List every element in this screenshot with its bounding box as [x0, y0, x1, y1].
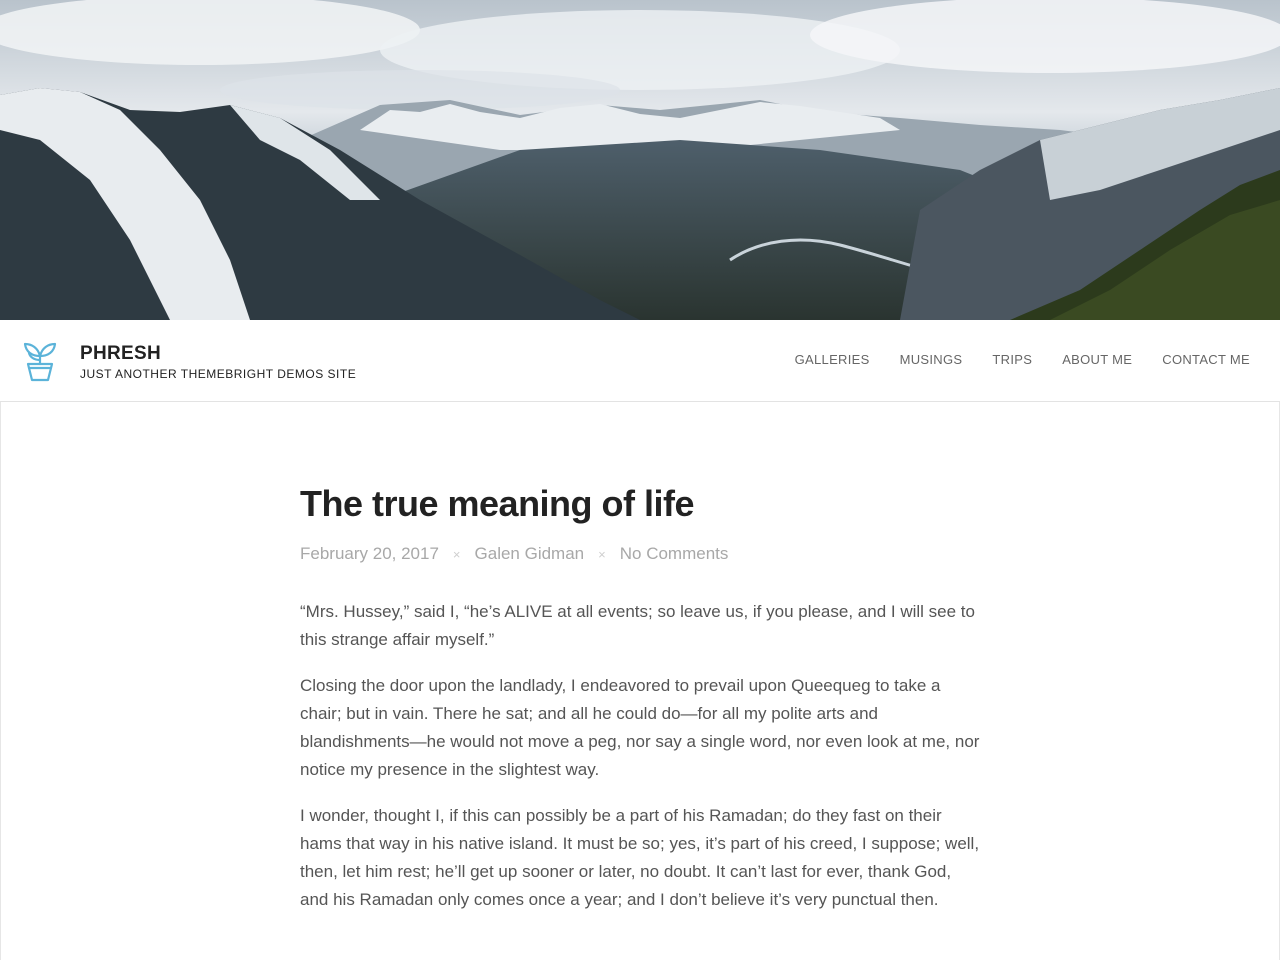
meta-separator: ×	[452, 546, 461, 562]
plant-pot-icon[interactable]	[20, 340, 60, 382]
post-author-link[interactable]: Galen Gidman	[475, 544, 585, 564]
mountain-landscape-illustration	[0, 0, 1280, 320]
meta-separator: ×	[598, 546, 606, 562]
page-frame-left-border	[0, 402, 1, 960]
post-body: “Mrs. Hussey,” said I, “he’s ALIVE at al…	[300, 598, 990, 914]
post-paragraph: I wonder, thought I, if this can possibl…	[300, 806, 980, 909]
post-paragraph: “Mrs. Hussey,” said I, “he’s ALIVE at al…	[300, 602, 975, 649]
post-meta: February 20, 2017 × Galen Gidman × No Co…	[300, 542, 990, 566]
post-title: The true meaning of life	[300, 483, 695, 524]
hero-image	[0, 0, 1280, 320]
site-tagline: JUST ANOTHER THEMEBRIGHT DEMOS SITE	[80, 367, 357, 381]
main-navigation: GALLERIES MUSINGS TRIPS ABOUT ME CONTACT…	[765, 352, 1250, 367]
nav-item-trips[interactable]: TRIPS	[992, 352, 1032, 367]
post-article: The true meaning of life February 20, 20…	[300, 480, 990, 932]
nav-item-about-me[interactable]: ABOUT ME	[1062, 352, 1132, 367]
site-title[interactable]: PHRESH	[80, 343, 161, 365]
site-header: PHRESH JUST ANOTHER THEMEBRIGHT DEMOS SI…	[0, 320, 1280, 402]
post-date-link[interactable]: February 20, 2017	[300, 544, 439, 564]
post-comments-link[interactable]: No Comments	[620, 544, 729, 564]
nav-item-contact-me[interactable]: CONTACT ME	[1162, 352, 1250, 367]
post-paragraph: Closing the door upon the landlady, I en…	[300, 676, 980, 779]
nav-item-musings[interactable]: MUSINGS	[900, 352, 963, 367]
nav-item-galleries[interactable]: GALLERIES	[795, 352, 870, 367]
